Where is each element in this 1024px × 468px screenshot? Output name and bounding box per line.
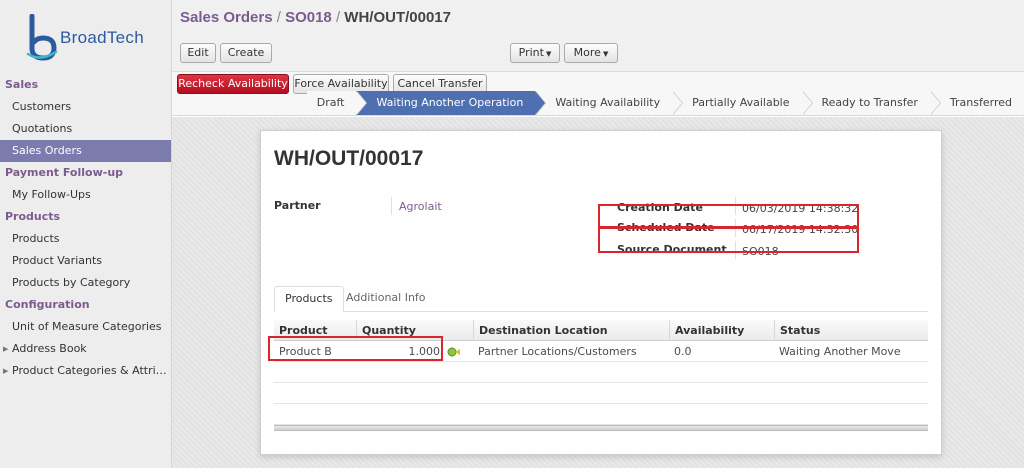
caret-right-icon: ▶ <box>3 345 9 353</box>
stage-transferred[interactable]: Transferred <box>929 91 1024 115</box>
brand-logo[interactable]: BroadTech <box>0 0 171 74</box>
sidebar-item-label: Sales Orders <box>12 144 82 157</box>
sidebar-section-payment-follow-up: Payment Follow-up <box>5 166 124 179</box>
sidebar-item-address-book[interactable]: ▶ Address Book <box>0 338 171 360</box>
table-footer <box>274 425 928 431</box>
more-dropdown-button[interactable]: More ▼ <box>564 43 618 63</box>
field-divider <box>391 197 392 215</box>
cancel-transfer-label: Cancel Transfer <box>397 77 483 90</box>
sidebar-item-products-by-category[interactable]: Products by Category <box>0 272 171 294</box>
status-stages: Draft Waiting Another Operation Waiting Av… <box>306 91 1024 115</box>
breadcrumb: Sales Orders / SO018 / WH/OUT/00017 <box>180 9 451 26</box>
stage-label: Draft <box>316 96 345 109</box>
stage-waiting-availability[interactable]: Waiting Availability <box>535 91 684 115</box>
caret-down-icon: ▼ <box>545 50 552 58</box>
stage-label: Ready to Transfer <box>821 96 918 109</box>
sidebar-item-sales-orders[interactable]: Sales Orders <box>0 140 171 162</box>
sidebar-item-label: Product Categories & Attri… <box>12 364 167 377</box>
stage-arrow <box>672 91 683 115</box>
sidebar-item-product-variants[interactable]: Product Variants <box>0 250 171 272</box>
stage-arrow <box>801 91 812 115</box>
control-panel: Sales Orders / SO018 / WH/OUT/00017 Edit… <box>172 0 1024 72</box>
breadcrumb-separator: / <box>335 9 341 26</box>
sidebar-item-product-categories-attri[interactable]: ▶ Product Categories & Attri… <box>0 360 171 382</box>
breadcrumb-sales-orders[interactable]: Sales Orders <box>180 9 273 26</box>
stage-waiting-another-operation[interactable]: Waiting Another Operation <box>356 91 547 115</box>
sidebar-item-label: Products by Category <box>12 276 131 289</box>
sidebar-item-label: Products <box>12 232 60 245</box>
partner-value[interactable]: Agrolait <box>399 200 442 213</box>
partner-label: Partner <box>274 199 321 212</box>
sidebar: BroadTech Sales Customers Quotations Sales … <box>0 0 172 468</box>
column-header-status[interactable]: Status <box>774 320 928 341</box>
stage-label: Waiting Another Operation <box>376 96 524 109</box>
table-row-empty <box>274 362 928 383</box>
cell-destination: Partner Locations/Customers <box>478 345 637 358</box>
stage-arrow <box>356 91 367 115</box>
stage-ready-to-transfer[interactable]: Ready to Transfer <box>801 91 941 115</box>
content-area: WH/OUT/00017 Partner Agrolait Creation D… <box>172 117 1024 468</box>
sidebar-section-products: Products <box>5 210 61 223</box>
sidebar-item-label: Customers <box>12 100 72 113</box>
sidebar-item-label: My Follow-Ups <box>12 188 91 201</box>
highlight-scheduled-date <box>598 204 859 228</box>
more-button-label: More <box>573 46 601 59</box>
sidebar-item-products[interactable]: Products <box>0 228 171 250</box>
sidebar-item-my-follow-ups[interactable]: My Follow-Ups <box>0 184 171 206</box>
table-row-empty <box>274 404 928 425</box>
caret-down-icon: ▼ <box>602 50 609 58</box>
brand-name: BroadTech <box>60 28 144 47</box>
recheck-availability-button[interactable]: Recheck Availability <box>177 74 289 94</box>
edit-button[interactable]: Edit <box>180 43 216 63</box>
breadcrumb-separator: / <box>276 9 281 26</box>
sidebar-item-label: Product Variants <box>12 254 103 267</box>
tab-additional-info[interactable]: Additional Info <box>336 286 436 312</box>
sidebar-item-unit-of-measure-categories[interactable]: Unit of Measure Categories <box>0 316 171 338</box>
caret-right-icon: ▶ <box>3 367 9 375</box>
stage-arrow <box>535 91 546 115</box>
stage-partially-available[interactable]: Partially Available <box>672 91 813 115</box>
record-title: WH/OUT/00017 <box>274 147 424 170</box>
sidebar-item-label: Unit of Measure Categories <box>12 320 162 333</box>
table-row-empty <box>274 383 928 404</box>
sidebar-menu: Sales Customers Quotations Sales Orders Paym… <box>0 74 171 382</box>
tab-products[interactable]: Products <box>274 286 344 312</box>
check-availability-icon[interactable] <box>447 347 461 357</box>
column-header-destination[interactable]: Destination Location <box>473 320 669 341</box>
cell-action[interactable] <box>444 341 466 362</box>
breadcrumb-so018[interactable]: SO018 <box>285 9 332 26</box>
cell-availability: 0.0 <box>674 345 692 358</box>
stage-label: Waiting Availability <box>555 96 661 109</box>
form-statusbar: Recheck Availability Force Availability … <box>172 72 1024 116</box>
sidebar-item-label: Address Book <box>12 342 87 355</box>
print-dropdown-button[interactable]: Print ▼ <box>510 43 560 63</box>
breadcrumb-current: WH/OUT/00017 <box>344 9 451 26</box>
cell-status: Waiting Another Move <box>779 345 901 358</box>
highlight-product-quantity <box>268 336 443 361</box>
sidebar-item-label: Quotations <box>12 122 73 135</box>
recheck-availability-label: Recheck Availability <box>178 77 288 90</box>
force-availability-label: Force Availability <box>294 77 388 90</box>
print-button-label: Print <box>518 46 544 59</box>
column-header-availability[interactable]: Availability <box>669 320 774 341</box>
broadtech-logo-icon <box>26 14 58 61</box>
create-button[interactable]: Create <box>220 43 272 63</box>
stage-arrow <box>929 91 940 115</box>
form-sheet: WH/OUT/00017 Partner Agrolait Creation D… <box>260 130 942 455</box>
sidebar-item-quotations[interactable]: Quotations <box>0 118 171 140</box>
sidebar-item-customers[interactable]: Customers <box>0 96 171 118</box>
create-button-label: Create <box>227 46 265 59</box>
highlight-source-document <box>598 227 859 253</box>
edit-button-label: Edit <box>187 46 209 59</box>
stage-draft[interactable]: Draft <box>306 91 368 115</box>
stage-label: Transferred <box>949 96 1012 109</box>
sidebar-section-configuration: Configuration <box>5 298 90 311</box>
stage-label: Partially Available <box>692 96 790 109</box>
sidebar-section-sales: Sales <box>5 78 39 91</box>
notebook-tabs: Products Additional Info <box>274 286 928 312</box>
